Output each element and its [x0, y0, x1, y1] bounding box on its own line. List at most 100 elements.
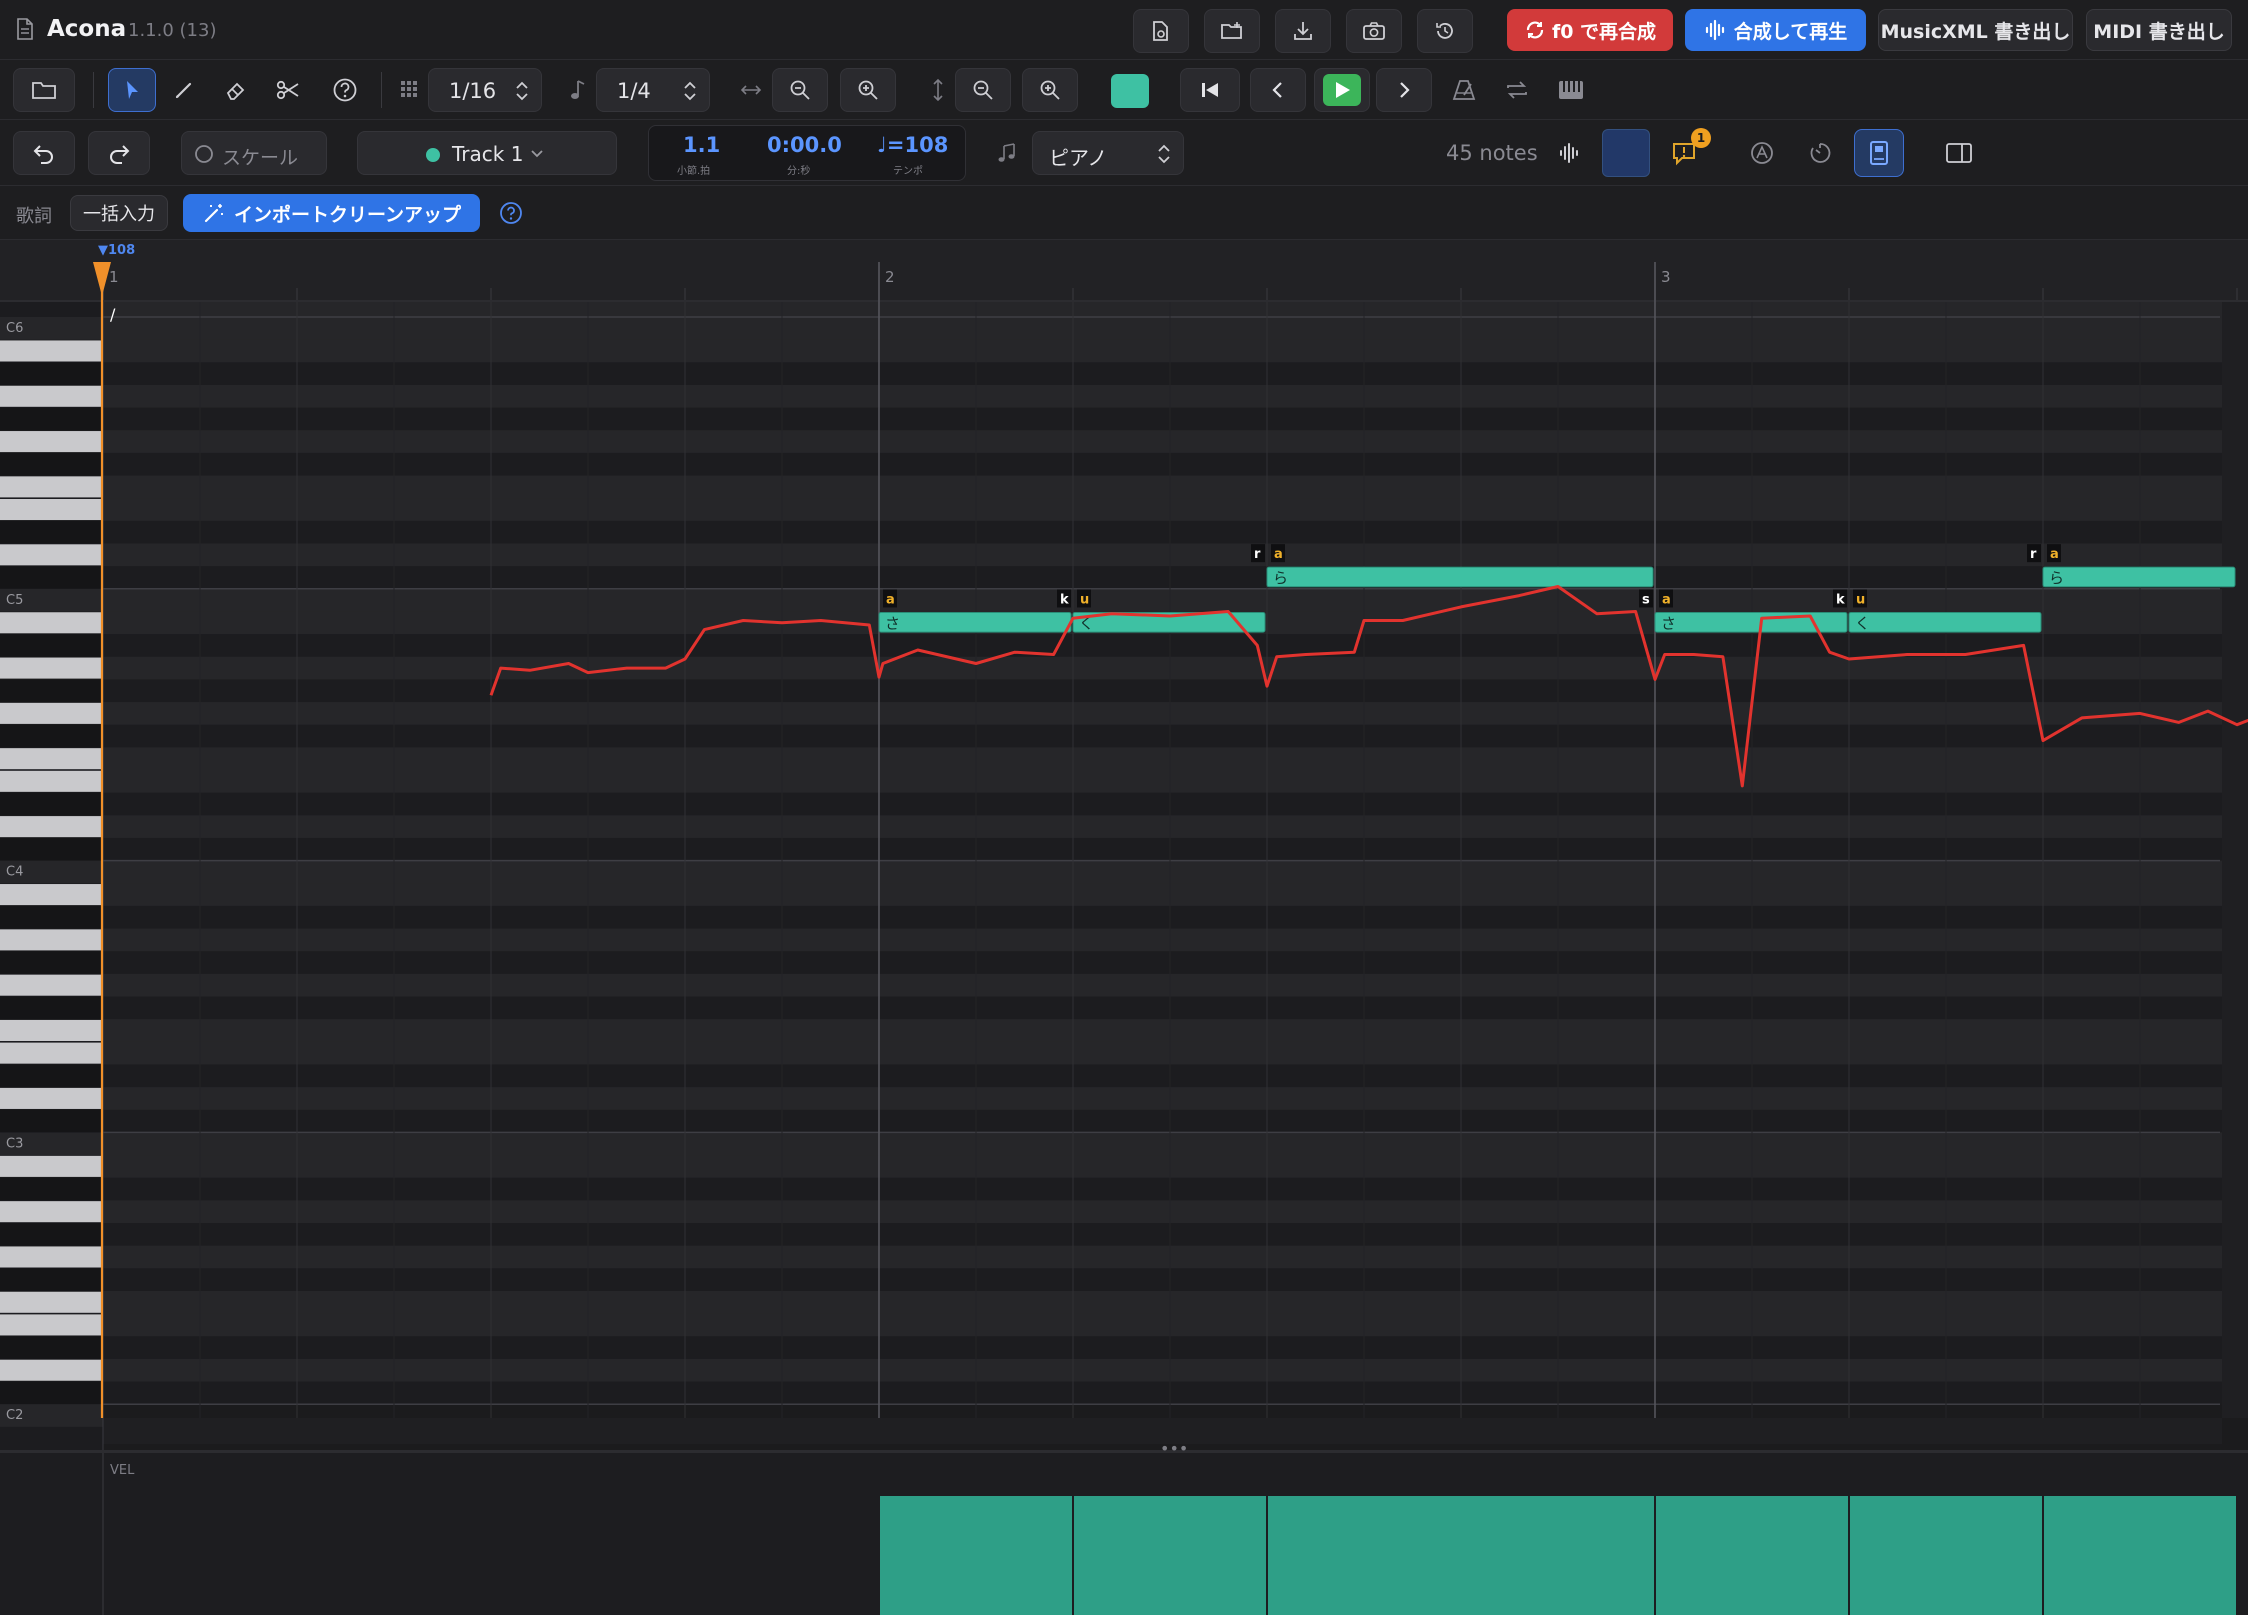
piano-roll-toggle-button[interactable]: [1546, 68, 1596, 112]
export-musicxml-button[interactable]: MusicXML 書き出し: [1878, 9, 2073, 51]
open-folder-button[interactable]: [13, 68, 75, 112]
white-key[interactable]: [0, 702, 103, 724]
note-body[interactable]: [878, 611, 1072, 633]
white-key[interactable]: [0, 612, 103, 634]
white-key[interactable]: [0, 1087, 103, 1109]
pencil-tool-button[interactable]: [160, 68, 208, 112]
warnings-button[interactable]: 1: [1660, 128, 1711, 175]
tempo-value[interactable]: ♩=108: [877, 133, 948, 157]
black-key[interactable]: [0, 837, 103, 861]
white-key[interactable]: [0, 1359, 103, 1381]
black-key[interactable]: [0, 1177, 103, 1201]
black-key[interactable]: [0, 1223, 103, 1246]
velocity-bar[interactable]: [2044, 1496, 2236, 1615]
black-key[interactable]: [0, 362, 103, 385]
black-key[interactable]: [0, 634, 103, 657]
velocity-bar[interactable]: [880, 1496, 1072, 1615]
black-key[interactable]: [0, 566, 103, 589]
history-button[interactable]: [1417, 9, 1473, 53]
white-key[interactable]: [0, 974, 103, 996]
white-key[interactable]: [0, 770, 103, 792]
velocity-bar[interactable]: [1850, 1496, 2042, 1615]
black-key[interactable]: [0, 724, 103, 748]
black-key[interactable]: [0, 407, 103, 431]
vertical-scrollbar[interactable]: [2222, 302, 2248, 1418]
import-button[interactable]: [1275, 9, 1331, 53]
instrument-select[interactable]: ピアノ: [1032, 131, 1184, 175]
white-key[interactable]: [0, 1019, 103, 1041]
bulk-input-button[interactable]: 一括入力: [70, 195, 168, 231]
black-key[interactable]: [0, 1336, 103, 1359]
color-view-button[interactable]: [1602, 129, 1650, 177]
white-key[interactable]: [0, 431, 103, 453]
black-key[interactable]: [0, 452, 103, 476]
black-key[interactable]: [0, 1064, 103, 1088]
white-key[interactable]: [0, 544, 103, 566]
open-project-button[interactable]: [1204, 9, 1260, 53]
black-key[interactable]: [0, 1109, 103, 1133]
black-key[interactable]: [0, 520, 103, 544]
undo-button[interactable]: [13, 131, 75, 175]
scale-toggle[interactable]: スケール: [181, 131, 327, 175]
track-color-swatch[interactable]: [1111, 74, 1149, 108]
white-key[interactable]: [0, 385, 103, 407]
white-key[interactable]: [0, 1155, 103, 1177]
track-select[interactable]: Track 1: [357, 131, 617, 175]
select-tool-button[interactable]: [108, 68, 156, 112]
sidebar-toggle-button[interactable]: [1934, 131, 1984, 175]
white-key[interactable]: [0, 1042, 103, 1064]
white-key[interactable]: [0, 476, 103, 498]
help-button[interactable]: [321, 68, 369, 112]
white-key[interactable]: [0, 816, 103, 838]
white-key[interactable]: [0, 929, 103, 951]
ruler[interactable]: [0, 240, 2248, 300]
black-key[interactable]: [0, 996, 103, 1020]
zoom-out-horizontal-button[interactable]: [772, 68, 828, 112]
play-button[interactable]: [1314, 68, 1370, 112]
metronome-button[interactable]: [1440, 68, 1490, 112]
timer-button[interactable]: [1798, 131, 1842, 175]
black-key[interactable]: [0, 792, 103, 816]
snapshot-button[interactable]: [1346, 9, 1402, 53]
note-body[interactable]: [1848, 611, 2042, 633]
grid-select[interactable]: 1/16: [428, 68, 542, 112]
note-body[interactable]: [1266, 566, 1654, 588]
next-button[interactable]: [1376, 68, 1432, 112]
piano-roll-editor[interactable]: 1 2 3▼108C6C5C4C3C2/さaくk uらr aさs aくk uらr a•••VE…: [0, 240, 2248, 1615]
resynth-f0-button[interactable]: f0 で再合成: [1507, 9, 1673, 51]
import-cleanup-button[interactable]: インポートクリーンアップ: [183, 194, 480, 232]
black-key[interactable]: [0, 905, 103, 929]
auto-tune-button[interactable]: [1740, 131, 1784, 175]
velocity-bar[interactable]: [1268, 1496, 1654, 1615]
white-key[interactable]: [0, 884, 103, 906]
note-body[interactable]: [2042, 566, 2236, 588]
waveform-view-button[interactable]: [1548, 131, 1592, 175]
eraser-tool-button[interactable]: [212, 68, 260, 112]
zoom-in-vertical-button[interactable]: [1022, 68, 1078, 112]
white-key[interactable]: [0, 1246, 103, 1268]
white-key[interactable]: [0, 1291, 103, 1313]
black-key[interactable]: [0, 951, 103, 974]
black-key[interactable]: [0, 679, 103, 703]
velocity-bar[interactable]: [1074, 1496, 1266, 1615]
white-key[interactable]: [0, 499, 103, 521]
white-key[interactable]: [0, 1201, 103, 1223]
export-midi-button[interactable]: MIDI 書き出し: [2086, 9, 2232, 51]
synth-play-button[interactable]: 合成して再生: [1685, 9, 1866, 51]
redo-button[interactable]: [88, 131, 150, 175]
help-circle-icon[interactable]: [499, 201, 523, 225]
score-view-button[interactable]: [1854, 129, 1904, 177]
white-key[interactable]: [0, 1314, 103, 1336]
white-key[interactable]: [0, 340, 103, 362]
zoom-out-vertical-button[interactable]: [955, 68, 1011, 112]
white-key[interactable]: [0, 657, 103, 679]
black-key[interactable]: [0, 1268, 103, 1291]
zoom-in-horizontal-button[interactable]: [840, 68, 896, 112]
split-tool-button[interactable]: [264, 68, 312, 112]
loop-button[interactable]: [1492, 68, 1542, 112]
lane-splitter[interactable]: [0, 1450, 2248, 1453]
previous-button[interactable]: [1250, 68, 1306, 112]
velocity-bar[interactable]: [1656, 1496, 1848, 1615]
note-length-select[interactable]: 1/4: [596, 68, 710, 112]
white-key[interactable]: [0, 748, 103, 770]
